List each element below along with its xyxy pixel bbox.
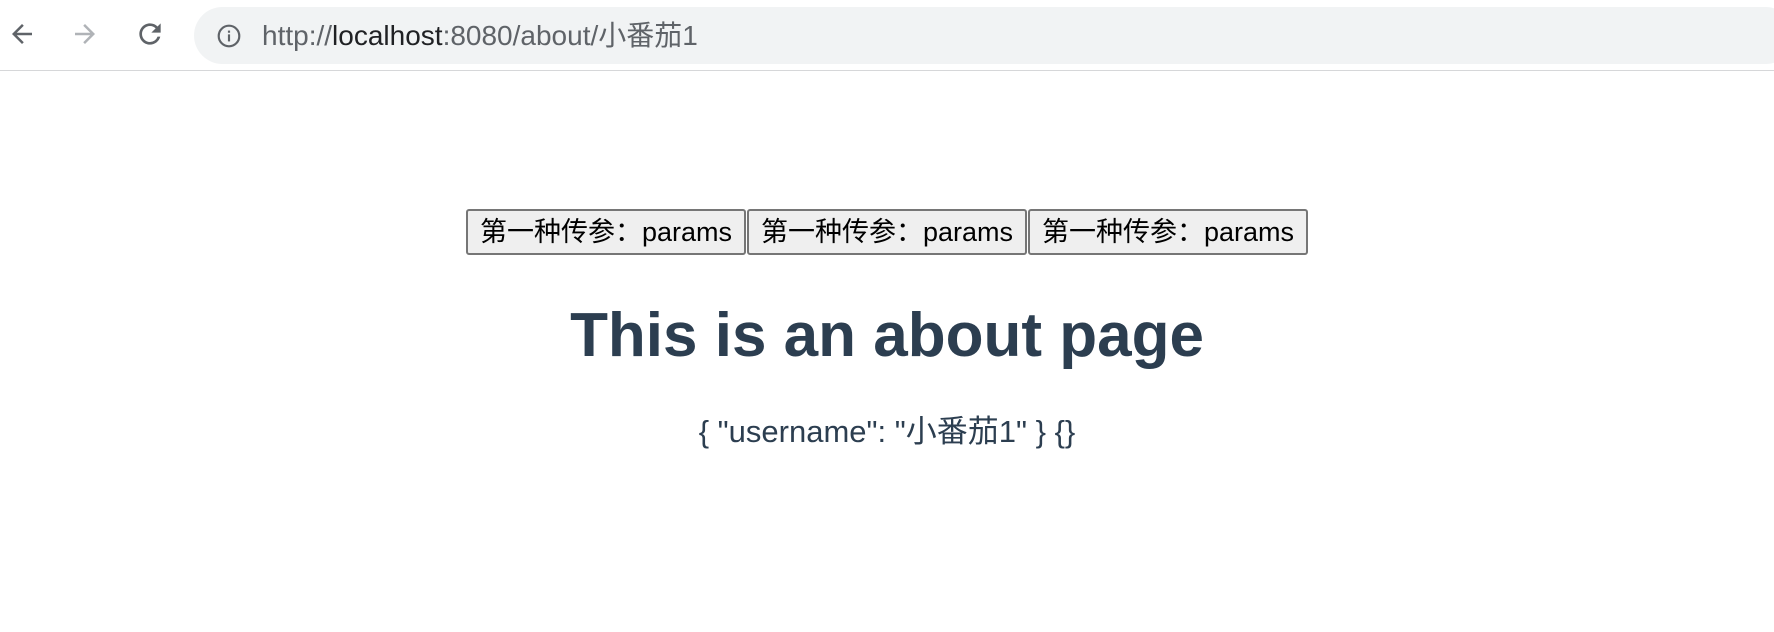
- address-bar[interactable]: http://localhost:8080/about/小番茄1: [194, 7, 1774, 64]
- param-button-row: 第一种传参：params 第一种传参：params 第一种传参：params: [0, 209, 1774, 255]
- arrow-left-icon: [12, 24, 32, 44]
- arrow-right-icon: [75, 24, 95, 44]
- forward-button[interactable]: [65, 14, 105, 54]
- params-button-3[interactable]: 第一种传参：params: [1028, 209, 1309, 255]
- params-button-1[interactable]: 第一种传参：params: [465, 209, 746, 255]
- info-circle-icon[interactable]: [216, 23, 242, 49]
- url-host: localhost: [332, 20, 443, 51]
- page-title: This is an about page: [570, 301, 1204, 370]
- params-button-2[interactable]: 第一种传参：params: [746, 209, 1028, 255]
- url-path: :8080/about/小番茄1: [442, 20, 698, 51]
- reload-icon: [139, 23, 161, 45]
- browser-toolbar: http://localhost:8080/about/小番茄1: [0, 0, 1774, 71]
- back-button[interactable]: [2, 14, 42, 54]
- url-scheme: http://: [262, 20, 333, 51]
- reload-button[interactable]: [130, 14, 170, 54]
- url-text[interactable]: http://localhost:8080/about/小番茄1: [262, 7, 698, 64]
- route-params-text: { "username": "小番茄1" } {}: [698, 414, 1076, 449]
- page-content: 第一种传参：params 第一种传参：params 第一种传参：params T…: [0, 72, 1774, 632]
